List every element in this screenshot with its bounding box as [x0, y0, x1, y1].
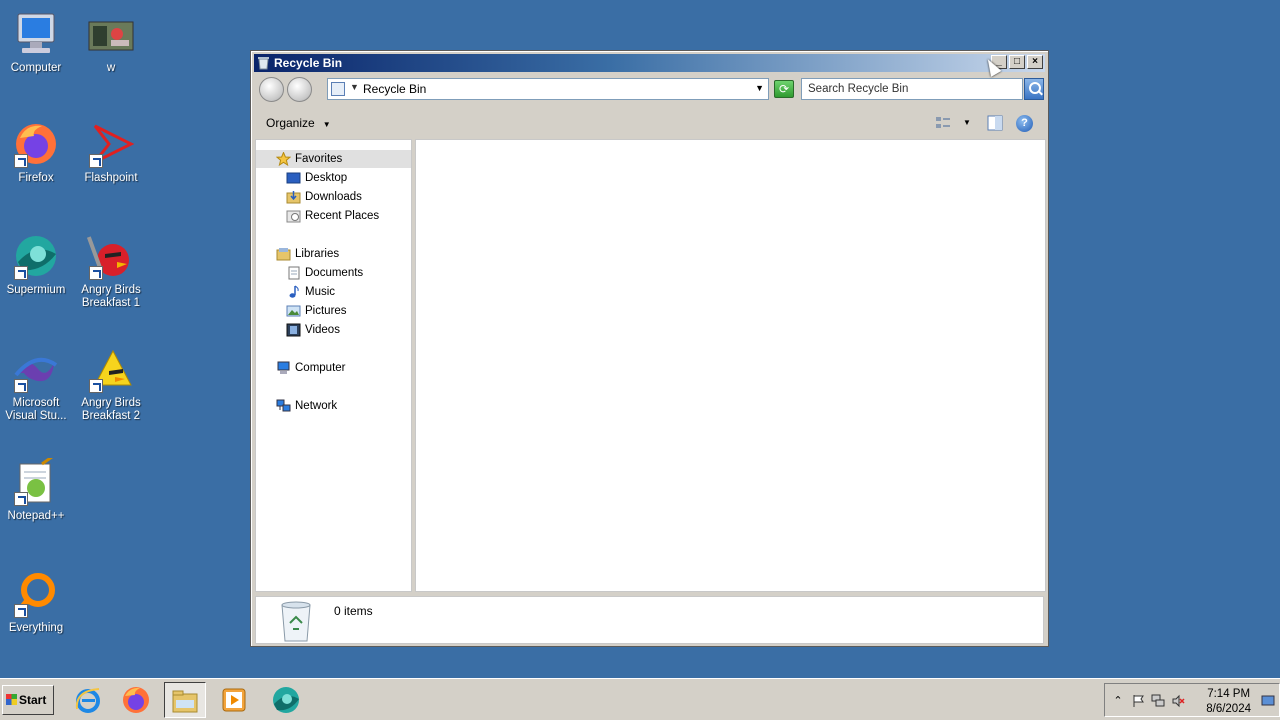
action-center-flag-icon[interactable] [1131, 694, 1145, 708]
window-title: Recycle Bin [274, 56, 343, 70]
details-pane: 0 items [255, 596, 1044, 644]
desktop-icon-label: Angry Birds Breakfast 1 [81, 284, 141, 309]
network-icon [276, 399, 291, 413]
search-input[interactable]: Search Recycle Bin [801, 78, 1023, 100]
firefox-icon [12, 120, 60, 168]
taskbar-windows-explorer[interactable] [164, 682, 206, 718]
organize-button[interactable]: Organize ▼ [266, 116, 331, 130]
computer-icon [12, 10, 60, 58]
command-bar: Organize ▼ ▼ ? [254, 109, 1045, 137]
help-icon[interactable]: ? [1016, 115, 1033, 132]
everything-search-icon [12, 570, 60, 618]
item-count: 0 items [334, 604, 373, 618]
desktop-icon-label: Supermium [6, 284, 66, 296]
clock-date: 8/6/2024 [1206, 703, 1251, 715]
desktop-icon-firefox[interactable]: Firefox [0, 120, 73, 185]
desktop-icon-label: Everything [8, 622, 64, 634]
title-bar[interactable]: Recycle Bin _ □ × [254, 54, 1045, 72]
system-tray: ⌃ 7:14 PM 8/6/2024 [1104, 683, 1280, 717]
refresh-icon[interactable]: ⟳ [774, 80, 794, 98]
desktop-icon-label: Flashpoint [84, 172, 138, 184]
change-view-icon[interactable] [934, 114, 952, 132]
desktop-icon-label: Notepad++ [7, 510, 65, 522]
preview-pane-icon[interactable] [986, 114, 1004, 132]
libraries-icon [276, 247, 291, 261]
navigation-pane: Favorites Desktop Downloads Recent Place… [255, 139, 412, 592]
clock-time: 7:14 PM [1207, 688, 1251, 700]
desktop-icon-label: w [106, 62, 116, 74]
view-options-chevron-icon[interactable]: ▼ [958, 114, 976, 132]
angry-birds-red-icon [86, 232, 135, 280]
videos-icon [286, 323, 301, 337]
taskbar-media-player[interactable] [214, 682, 256, 718]
windows-explorer-icon [170, 686, 200, 719]
volume-muted-icon[interactable] [1171, 694, 1185, 708]
desktop-icon-label: Angry Birds Breakfast 2 [81, 397, 141, 422]
show-desktop-icon[interactable] [1261, 694, 1275, 708]
recycle-bin-icon [257, 56, 270, 70]
start-button[interactable]: Start [2, 685, 54, 715]
file-list-area[interactable] [415, 139, 1046, 592]
documents-icon [286, 266, 301, 280]
desktop-icon-supermium[interactable]: Supermium [0, 232, 73, 297]
network-status-icon[interactable] [1151, 694, 1165, 708]
angry-birds-yellow-icon [87, 345, 135, 393]
visual-studio-icon [12, 345, 60, 393]
image-icon [87, 10, 135, 58]
taskbar: Start ⌃ 7:14 PM 8/6/2024 [0, 678, 1280, 720]
star-icon [275, 151, 292, 167]
internet-explorer-icon [73, 685, 103, 718]
media-player-icon [219, 685, 249, 718]
desktop-icon-computer[interactable]: Computer [0, 10, 73, 75]
recycle-bin-window: Recycle Bin _ □ × ▼ Recycle Bin ▼ ⟳ Sear… [250, 50, 1049, 647]
forward-button[interactable] [287, 77, 312, 102]
firefox-icon [121, 685, 151, 718]
downloads-folder-icon [286, 190, 301, 204]
flashpoint-icon [87, 120, 135, 168]
windows-logo-icon [6, 694, 17, 705]
show-hidden-icons-icon[interactable]: ⌃ [1111, 694, 1125, 708]
desktop-icon-flashpoint[interactable]: Flashpoint [74, 120, 148, 185]
maximize-button[interactable]: □ [1009, 55, 1025, 69]
desktop-icon [286, 171, 301, 185]
desktop-icon-everything[interactable]: Everything [0, 570, 73, 635]
taskbar-firefox[interactable] [116, 682, 158, 718]
supermium-icon [271, 685, 301, 718]
recent-places-icon [286, 209, 301, 223]
search-icon[interactable] [1024, 78, 1044, 100]
desktop-icon-notepad-plus-plus[interactable]: Notepad++ [0, 452, 73, 523]
navigation-bar: ▼ Recycle Bin ▼ ⟳ Search Recycle Bin [254, 74, 1045, 104]
pictures-icon [286, 304, 301, 318]
start-label: Start [19, 693, 47, 707]
notepad-plus-plus-icon [12, 452, 60, 506]
desktop-icon-visual-studio[interactable]: Microsoft Visual Stu... [0, 345, 73, 423]
desktop-icon-label: Microsoft Visual Stu... [5, 397, 67, 422]
organize-label: Organize [266, 116, 315, 130]
breadcrumb-chevron-icon[interactable]: ▼ [350, 82, 359, 92]
computer-icon [276, 361, 291, 375]
breadcrumb[interactable]: Recycle Bin [363, 82, 426, 96]
chevron-down-icon: ▼ [322, 120, 331, 129]
desktop-icon-w[interactable]: w [74, 10, 148, 75]
desktop-icon-angry-birds-2[interactable]: Angry Birds Breakfast 2 [74, 345, 148, 423]
chevron-down-icon[interactable]: ▼ [755, 83, 764, 93]
music-icon [286, 285, 301, 299]
back-button[interactable] [259, 77, 284, 102]
recycle-bin-large-icon [278, 599, 314, 646]
clock[interactable]: 7:14 PM 8/6/2024 [1206, 687, 1251, 717]
desktop-icon-label: Firefox [18, 172, 54, 184]
supermium-icon [12, 232, 60, 280]
close-button[interactable]: × [1027, 55, 1043, 69]
recycle-bin-small-icon [331, 82, 345, 96]
desktop-icon-label: Computer [10, 62, 62, 74]
address-bar[interactable]: ▼ Recycle Bin ▼ [327, 78, 769, 100]
taskbar-internet-explorer[interactable] [68, 682, 110, 718]
desktop-icon-angry-birds-1[interactable]: Angry Birds Breakfast 1 [74, 232, 148, 310]
taskbar-supermium[interactable] [266, 682, 308, 718]
